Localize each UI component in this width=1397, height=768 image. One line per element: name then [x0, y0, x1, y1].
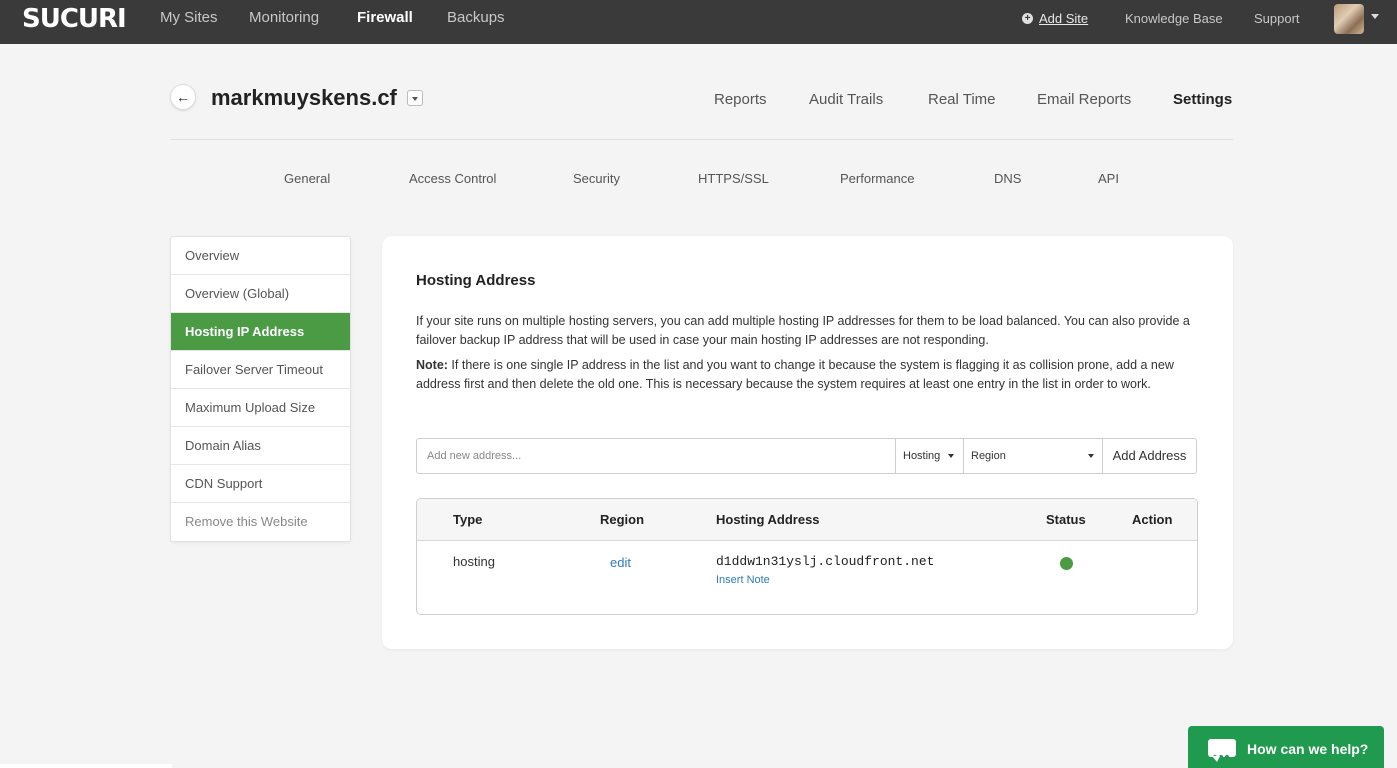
nav-monitoring[interactable]: Monitoring: [249, 0, 319, 36]
add-address-form: Hosting Region Add Address: [416, 438, 1197, 474]
subtab-general[interactable]: General: [284, 170, 330, 188]
region-edit-link[interactable]: edit: [610, 555, 631, 570]
row-type: hosting: [453, 554, 495, 569]
tab-real-time[interactable]: Real Time: [928, 90, 996, 110]
caret-down-icon: [948, 454, 954, 458]
nav-my-sites[interactable]: My Sites: [160, 0, 218, 36]
intro-text: If your site runs on multiple hosting se…: [416, 314, 1190, 347]
back-button[interactable]: ←: [170, 84, 196, 110]
status-active-indicator: [1060, 557, 1073, 570]
column-action: Action: [1132, 512, 1173, 527]
add-site-link[interactable]: + Add Site: [1022, 0, 1088, 38]
header-divider: [170, 139, 1233, 140]
side-item-failover-server-timeout[interactable]: Failover Server Timeout: [171, 351, 350, 389]
add-site-label: Add Site: [1039, 11, 1089, 26]
help-label: How can we help?: [1247, 741, 1369, 757]
subtab-performance[interactable]: Performance: [840, 170, 914, 188]
subtab-https-ssl[interactable]: HTTPS/SSL: [698, 170, 769, 188]
support-link[interactable]: Support: [1254, 0, 1300, 38]
arrow-left-icon: ←: [176, 89, 190, 105]
table-header: Type Region Hosting Address Status Actio…: [417, 499, 1197, 541]
column-type: Type: [453, 512, 483, 527]
hosting-address-card: Hosting Address If your site runs on mul…: [382, 236, 1233, 649]
nav-firewall[interactable]: Firewall: [357, 0, 413, 36]
side-item-hosting-ip-address[interactable]: Hosting IP Address: [171, 313, 350, 351]
new-address-input[interactable]: [417, 439, 895, 473]
region-select-value: Region: [971, 450, 1006, 462]
plus-circle-icon: +: [1022, 13, 1033, 25]
subtab-security[interactable]: Security: [573, 170, 620, 188]
add-address-button[interactable]: Add Address: [1102, 439, 1196, 473]
sucuri-logo[interactable]: SUCURI: [22, 4, 127, 34]
column-region: Region: [600, 512, 645, 527]
nav-backups[interactable]: Backups: [447, 0, 505, 36]
hosting-address-table: Type Region Hosting Address Status Actio…: [416, 498, 1198, 615]
subtab-api[interactable]: API: [1098, 170, 1119, 188]
note-label: Note:: [416, 358, 448, 372]
tab-email-reports[interactable]: Email Reports: [1037, 90, 1131, 110]
tab-audit-trails[interactable]: Audit Trails: [809, 90, 883, 110]
caret-down-icon: [1088, 454, 1094, 458]
bottom-edge: [0, 764, 172, 768]
user-avatar[interactable]: [1334, 4, 1364, 34]
column-status: Status: [1046, 512, 1086, 527]
knowledge-base-link[interactable]: Knowledge Base: [1125, 0, 1223, 38]
side-item-overview[interactable]: Overview: [171, 237, 350, 275]
settings-side-menu: Overview Overview (Global) Hosting IP Ad…: [170, 236, 351, 542]
note-paragraph: Note: If there is one single IP address …: [416, 356, 1200, 394]
subtab-dns[interactable]: DNS: [994, 170, 1021, 188]
side-item-maximum-upload-size[interactable]: Maximum Upload Size: [171, 389, 350, 427]
column-hosting-address: Hosting Address: [716, 512, 820, 527]
side-item-overview-global[interactable]: Overview (Global): [171, 275, 350, 313]
site-dropdown-button[interactable]: [407, 90, 423, 106]
tab-settings[interactable]: Settings: [1173, 90, 1232, 110]
subtab-access-control[interactable]: Access Control: [409, 170, 496, 188]
note-text: If there is one single IP address in the…: [416, 358, 1174, 391]
side-item-cdn-support[interactable]: CDN Support: [171, 465, 350, 503]
type-select[interactable]: Hosting: [895, 439, 963, 473]
side-item-domain-alias[interactable]: Domain Alias: [171, 427, 350, 465]
tab-reports[interactable]: Reports: [714, 90, 767, 110]
section-title: Hosting Address: [416, 272, 536, 289]
site-name: markmuyskens.cf: [211, 85, 397, 110]
logo-text: SUCURI: [22, 4, 127, 34]
insert-note-link[interactable]: Insert Note: [716, 574, 770, 586]
region-select[interactable]: Region: [963, 439, 1102, 473]
side-item-remove-website[interactable]: Remove this Website: [171, 503, 350, 541]
type-select-value: Hosting: [903, 450, 941, 462]
chat-bubble-icon: [1208, 739, 1236, 762]
row-hosting-address: d1ddw1n31yslj.cloudfront.net: [716, 554, 935, 569]
top-navigation-bar: SUCURI My Sites Monitoring Firewall Back…: [0, 0, 1397, 44]
chevron-down-icon[interactable]: [1371, 14, 1379, 19]
help-chat-button[interactable]: How can we help?: [1188, 726, 1384, 768]
